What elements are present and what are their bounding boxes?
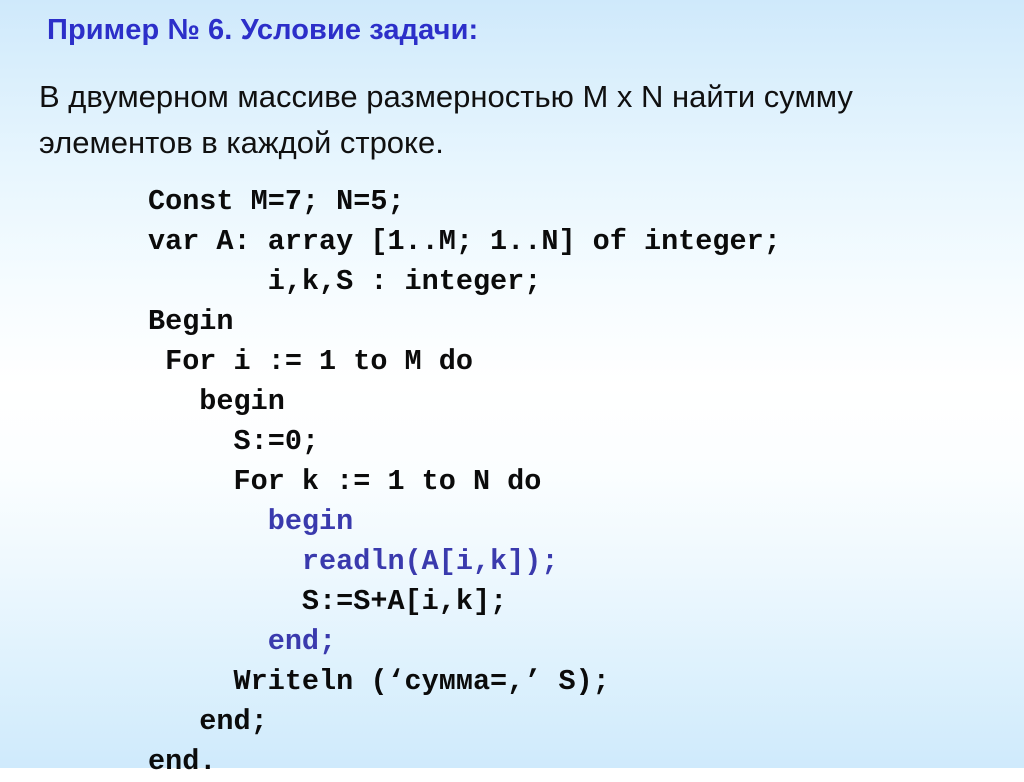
- code-line: Const M=7; N=5;: [148, 185, 405, 218]
- code-line: i,k,S : integer;: [148, 265, 542, 298]
- page-title: Пример № 6. Условие задачи:: [47, 14, 479, 46]
- code-line: Begin: [148, 305, 234, 338]
- problem-statement: В двумерном массиве размерностью M x N н…: [39, 79, 853, 160]
- pascal-code-block: Const M=7; N=5; var A: array [1..M; 1..N]…: [148, 182, 781, 782]
- code-line: readln(A[i,k]);: [148, 545, 559, 578]
- code-line: S:=S+A[i,k];: [148, 585, 508, 618]
- code-line: end;: [148, 625, 337, 658]
- slide-canvas: Пример № 6. Условие задачи: В двумерном …: [0, 0, 1024, 778]
- code-line: var A: array [1..M; 1..N] of integer;: [148, 225, 781, 258]
- code-line: begin: [148, 505, 354, 538]
- code-line: For k := 1 to N do: [148, 465, 542, 498]
- code-line: For i := 1 to M do: [148, 345, 473, 378]
- code-line: S:=0;: [148, 425, 320, 458]
- code-line: Writeln (‘сумма=,’ S);: [148, 665, 610, 698]
- code-line: end.: [148, 745, 217, 778]
- code-line: begin: [148, 385, 285, 418]
- code-line: end;: [148, 705, 268, 738]
